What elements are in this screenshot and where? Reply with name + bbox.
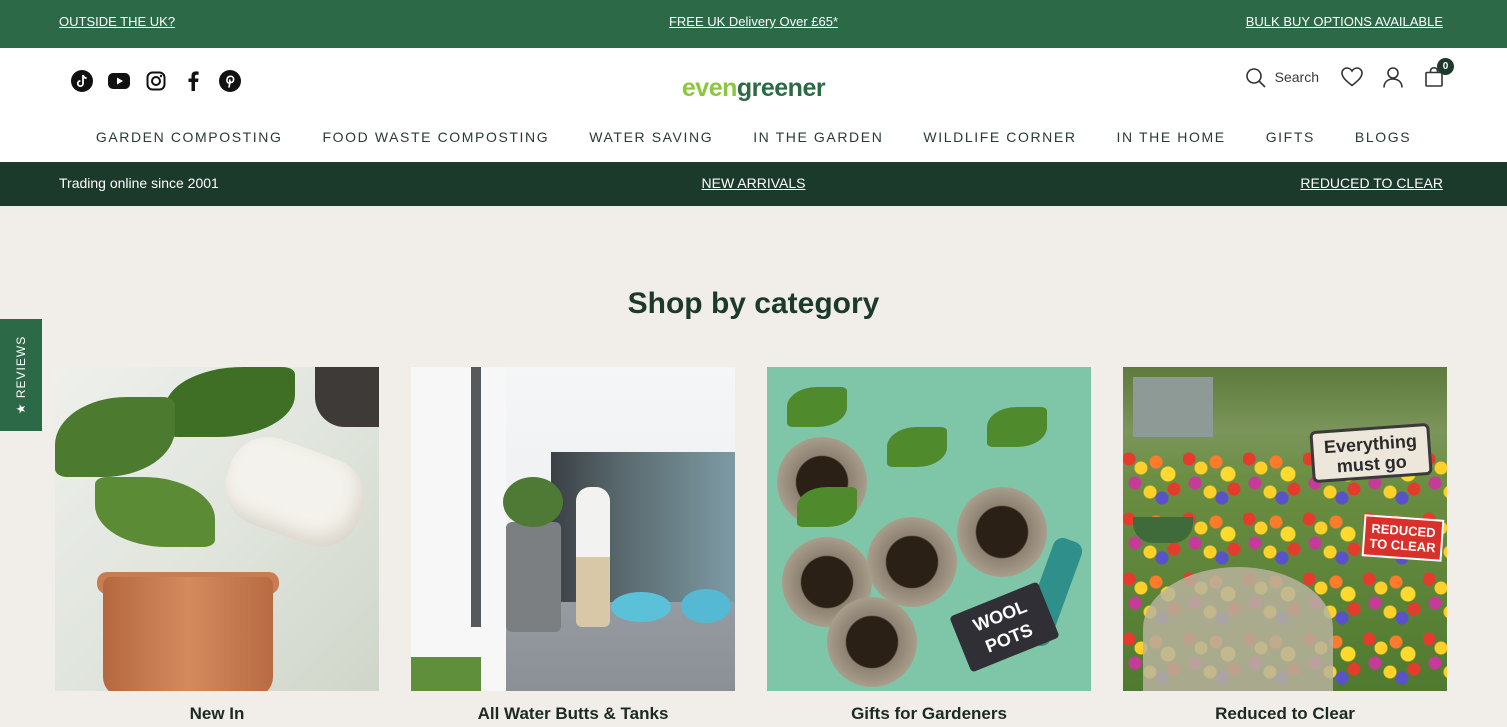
category-image-new-in[interactable] — [55, 367, 379, 691]
youtube-icon[interactable] — [107, 69, 131, 93]
site-header: evengreener Search 0 GARDEN COMPOSTING F… — [0, 48, 1507, 162]
nav-item-blogs[interactable]: BLOGS — [1355, 129, 1411, 145]
logo-part-even: even — [681, 74, 737, 102]
cart-button[interactable]: 0 — [1423, 58, 1454, 88]
category-card-reduced[interactable]: Everything must go REDUCED TO CLEAR Redu… — [1123, 367, 1447, 724]
search-label: Search — [1274, 69, 1319, 85]
category-label[interactable]: All Water Butts & Tanks — [411, 704, 735, 724]
logo-part-greener: greener — [736, 74, 826, 102]
free-delivery-link[interactable]: FREE UK Delivery Over £65* — [669, 14, 838, 29]
reduced-to-clear-sign: REDUCED TO CLEAR — [1361, 514, 1445, 562]
new-arrivals-link[interactable]: NEW ARRIVALS — [702, 175, 806, 191]
facebook-icon[interactable] — [181, 69, 205, 93]
nav-item-food-waste-composting[interactable]: FOOD WASTE COMPOSTING — [322, 129, 549, 145]
tiktok-icon[interactable] — [70, 69, 94, 93]
cart-count-badge: 0 — [1437, 58, 1454, 75]
section-title: Shop by category — [627, 287, 880, 320]
account-icon — [1383, 66, 1403, 88]
heart-icon — [1341, 67, 1363, 87]
top-promo-bar: OUTSIDE THE UK? FREE UK Delivery Over £6… — [0, 0, 1507, 48]
nav-item-in-the-garden[interactable]: IN THE GARDEN — [753, 129, 883, 145]
reviews-tab[interactable]: ★ REVIEWS — [0, 319, 42, 431]
main-nav: GARDEN COMPOSTING FOOD WASTE COMPOSTING … — [0, 129, 1507, 145]
pinterest-icon[interactable] — [218, 69, 242, 93]
category-label[interactable]: Reduced to Clear — [1123, 704, 1447, 724]
outside-uk-link[interactable]: OUTSIDE THE UK? — [59, 14, 175, 29]
header-tools: Search 0 — [1245, 58, 1454, 88]
category-image-water-butts[interactable] — [411, 367, 735, 691]
category-card-gifts[interactable]: WOOL POTS Gifts for Gardeners — [767, 367, 1091, 724]
nav-item-wildlife-corner[interactable]: WILDLIFE CORNER — [923, 129, 1076, 145]
nav-item-gifts[interactable]: GIFTS — [1266, 129, 1315, 145]
trading-since-text: Trading online since 2001 — [59, 175, 219, 191]
account-button[interactable] — [1382, 66, 1404, 88]
category-card-new-in[interactable]: New In — [55, 367, 379, 724]
everything-must-go-sign: Everything must go — [1309, 422, 1433, 484]
category-image-reduced[interactable]: Everything must go REDUCED TO CLEAR — [1123, 367, 1447, 691]
category-image-gifts[interactable]: WOOL POTS — [767, 367, 1091, 691]
new-arrivals-wrapper: NEW ARRIVALS — [0, 175, 1507, 191]
category-label[interactable]: Gifts for Gardeners — [767, 704, 1091, 724]
category-label[interactable]: New In — [55, 704, 379, 724]
search-icon — [1245, 67, 1266, 88]
free-delivery-wrapper: FREE UK Delivery Over £65* — [0, 0, 1507, 29]
social-links — [70, 69, 242, 93]
search-button[interactable]: Search — [1245, 67, 1319, 88]
bulk-buy-link[interactable]: BULK BUY OPTIONS AVAILABLE — [1246, 14, 1443, 29]
category-card-water-butts[interactable]: All Water Butts & Tanks — [411, 367, 735, 724]
nav-item-in-the-home[interactable]: IN THE HOME — [1117, 129, 1226, 145]
category-grid: New In All Water Butts & Tanks WOOL POTS… — [55, 367, 1447, 724]
instagram-icon[interactable] — [144, 69, 168, 93]
wishlist-button[interactable] — [1341, 66, 1363, 88]
wool-pots-tag: WOOL POTS — [949, 581, 1060, 673]
secondary-bar: Trading online since 2001 NEW ARRIVALS R… — [0, 162, 1507, 206]
nav-item-water-saving[interactable]: WATER SAVING — [589, 129, 713, 145]
reduced-to-clear-link[interactable]: REDUCED TO CLEAR — [1300, 175, 1443, 191]
nav-item-garden-composting[interactable]: GARDEN COMPOSTING — [96, 129, 283, 145]
reviews-tab-label: ★ REVIEWS — [14, 335, 28, 415]
